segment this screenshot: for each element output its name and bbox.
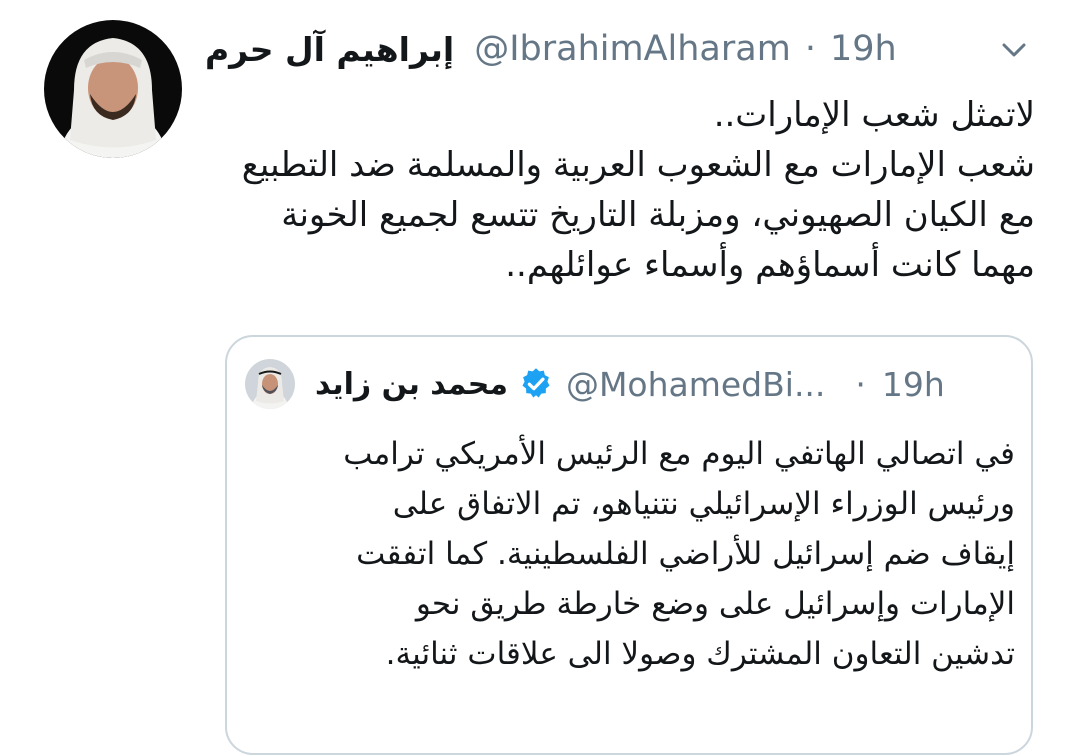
quoted-text-line: الإمارات وإسرائيل على وضع خارطة طريق نحو (415, 586, 1015, 622)
quoted-avatar-image (245, 359, 295, 409)
chevron-down-icon[interactable] (994, 30, 1034, 70)
tweet-text-line: مهما كانت أسماؤهم وأسماء عوائلهم.. (505, 245, 1035, 285)
tweet-text-line: شعب الإمارات مع الشعوب العربية والمسلمة … (241, 145, 1035, 185)
tweet-text-line: مع الكيان الصهيوني، ومزبلة التاريخ تتسع … (281, 195, 1035, 235)
author-avatar[interactable] (44, 20, 182, 158)
tweet-text-line: لاتمثل شعب الإمارات.. (713, 95, 1035, 135)
author-avatar-image (44, 20, 182, 158)
separator-dot: · (804, 29, 816, 69)
author-handle[interactable]: @IbrahimAlharam (474, 29, 791, 69)
tweet-time[interactable]: 19h (830, 29, 897, 69)
quoted-tweet-card[interactable]: محمد بن زايد @MohamedBi... · 19h في اتصا… (225, 335, 1033, 755)
quoted-text-line: تدشين التعاون المشترك وصولا الى علاقات ث… (385, 636, 1015, 672)
quoted-tweet-header: محمد بن زايد @MohamedBi... · 19h (245, 357, 1015, 411)
separator-dot: · (855, 364, 866, 404)
tweet-header: إبراهيم آل حرم @IbrahimAlharam · 19h (205, 24, 1035, 74)
quoted-author-handle: @MohamedBi... (565, 364, 826, 404)
author-name[interactable]: إبراهيم آل حرم (205, 30, 454, 69)
verified-badge-icon (522, 368, 550, 398)
tweet-text: لاتمثل شعب الإمارات.. شعب الإمارات مع ال… (200, 90, 1035, 290)
quoted-text-line: في اتصالي الهاتفي اليوم مع الرئيس الأمري… (343, 436, 1015, 472)
quoted-tweet-time: 19h (881, 364, 945, 404)
quoted-tweet-text: في اتصالي الهاتفي اليوم مع الرئيس الأمري… (245, 429, 1015, 679)
quoted-text-line: إيقاف ضم إسرائيل للأراضي الفلسطينية. كما… (356, 536, 1015, 572)
quoted-author-avatar (245, 359, 295, 409)
quoted-text-line: ورئيس الوزراء الإسرائيلي نتنياهو، تم الا… (392, 486, 1015, 522)
quoted-author-name: محمد بن زايد (315, 366, 508, 402)
